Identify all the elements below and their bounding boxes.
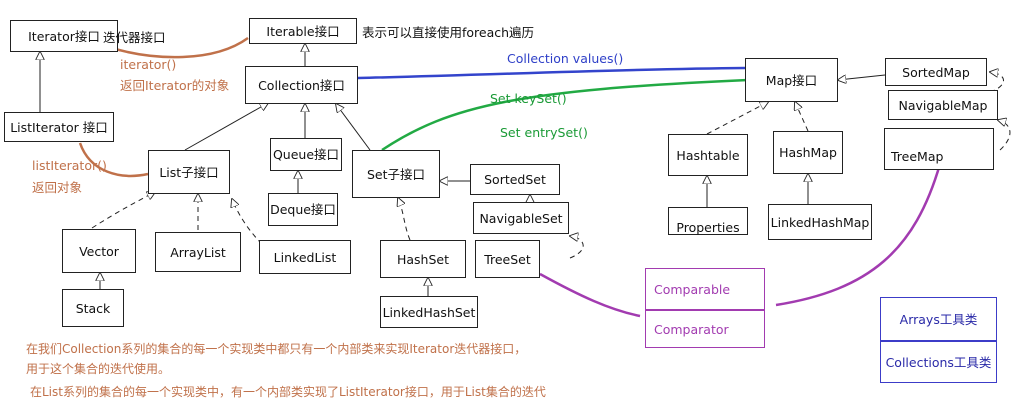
edge-sortedmap-map bbox=[838, 74, 886, 80]
edge-hashset-set bbox=[398, 198, 411, 241]
sortedset-box: SortedSet bbox=[470, 164, 560, 195]
arraylist-box: ArrayList bbox=[155, 232, 241, 272]
arrays-utility-box: Arrays工具类 bbox=[880, 297, 997, 341]
note-line-2: 用于这个集合的迭代使用。 bbox=[26, 362, 171, 376]
linkedhashset-box: LinkedHashSet bbox=[380, 296, 478, 328]
note-line-1: 在我们Collection系列的集合的每一个实现类中都只有一个内部类来实现Ite… bbox=[26, 342, 527, 356]
edge-treeset-navigableset bbox=[570, 236, 584, 259]
listiterator-return-label: 返回对象 bbox=[32, 180, 83, 195]
edge-treemap-navigablemap bbox=[998, 120, 1011, 151]
iterator-return-label: 返回Iterator的对象 bbox=[120, 78, 230, 93]
hashtable-box: Hashtable bbox=[668, 134, 748, 176]
comparator-box: Comparator bbox=[645, 310, 765, 348]
list-interface-box: List子接口 bbox=[148, 150, 230, 194]
values-method-label: Collection values() bbox=[507, 51, 624, 66]
listiterator-interface-box: ListIterator 接口 bbox=[4, 112, 114, 142]
collection-interface-box: Collection接口 bbox=[245, 66, 358, 104]
treeset-box: TreeSet bbox=[475, 240, 540, 278]
linkedhashmap-box: LinkedHashMap bbox=[768, 204, 872, 240]
comparable-box: Comparable bbox=[645, 268, 765, 310]
iterable-description: 表示可以直接使用foreach遍历 bbox=[362, 25, 535, 40]
curve-treeset-comparator bbox=[539, 272, 641, 318]
queue-interface-box: Queue接口 bbox=[270, 138, 342, 171]
navigableset-box: NavigableSet bbox=[473, 202, 569, 234]
deque-interface-box: Deque接口 bbox=[268, 193, 338, 226]
stack-box: Stack bbox=[62, 289, 124, 327]
set-interface-box: Set子接口 bbox=[352, 150, 440, 198]
sortedmap-box: SortedMap bbox=[885, 58, 987, 86]
iterator-description: 迭代器接口 bbox=[103, 30, 166, 45]
treemap-box: TreeMap bbox=[884, 128, 994, 170]
iterator-method-label: iterator() bbox=[120, 57, 177, 72]
vector-box: Vector bbox=[62, 229, 136, 273]
keyset-method-label: Set keySet() bbox=[490, 91, 567, 106]
hashset-box: HashSet bbox=[380, 240, 466, 278]
edge-navigablemap-sortedmap bbox=[990, 72, 1004, 93]
hashmap-box: HashMap bbox=[773, 131, 843, 174]
navigablemap-box: NavigableMap bbox=[888, 90, 998, 120]
edge-hashmap-map bbox=[795, 102, 809, 132]
linkedlist-box: LinkedList bbox=[259, 240, 351, 274]
map-interface-box: Map接口 bbox=[745, 58, 838, 102]
note-line-3: 在List系列的集合的每一个实现类中，有一个内部类实现了ListIterator… bbox=[30, 385, 546, 399]
iterable-interface-box: Iterable接口 bbox=[249, 18, 357, 44]
curve-values bbox=[357, 66, 746, 80]
listiterator-method-label: listIterator() bbox=[32, 158, 107, 173]
edge-list-collection bbox=[184, 103, 268, 151]
edge-hashtable-map bbox=[706, 102, 768, 135]
edge-vector-list bbox=[91, 192, 155, 229]
properties-box: Properties bbox=[668, 207, 748, 235]
entryset-method-label: Set entrySet() bbox=[500, 125, 588, 140]
collections-utility-box: Collections工具类 bbox=[880, 341, 997, 383]
iterator-interface-box: Iterator接口 bbox=[10, 20, 118, 52]
